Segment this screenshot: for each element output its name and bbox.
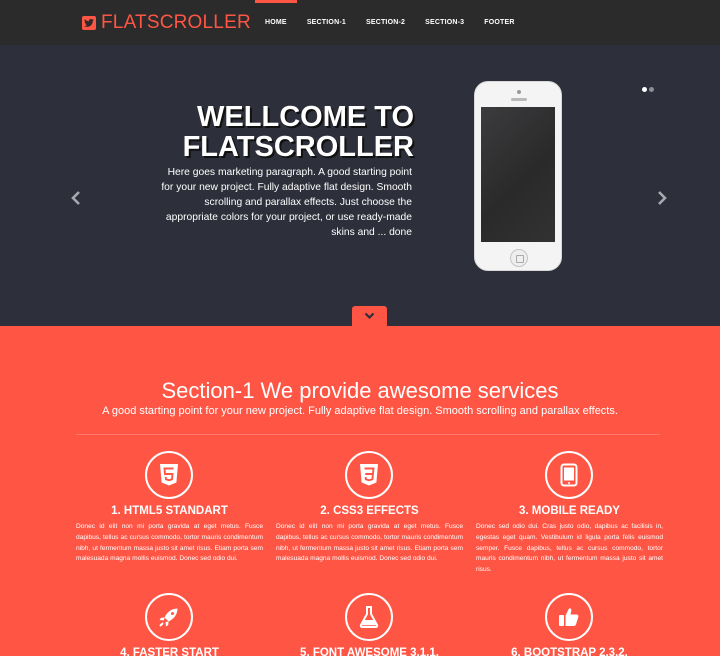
slider-dot-2[interactable] [649,87,654,92]
nav-item-section-1[interactable]: SECTION-1 [297,0,356,45]
phone-speaker [511,98,527,101]
feature-title: 5. FONT AWESOME 3.1.1. [300,647,439,656]
scroll-down-button[interactable] [352,306,387,326]
brand-logo[interactable]: FLATSCROLLER [82,11,251,35]
slider-dots [642,87,654,92]
hero-title-line2: FLATSCROLLER [182,131,414,163]
slider-prev-arrow-icon[interactable] [70,191,82,210]
main-nav: HOME SECTION-1 SECTION-2 SECTION-3 FOOTE… [255,0,525,45]
nav-item-home[interactable]: HOME [255,0,297,45]
brand-name: FLATSCROLLER [101,12,251,33]
phone-screen [481,107,555,242]
hero-paragraph: Here goes marketing paragraph. A good st… [161,167,412,238]
phone-home-button [510,249,528,267]
slider-next-arrow-icon[interactable] [656,191,668,210]
feature-title: 4. FASTER START [120,647,219,656]
section1-title: Section-1 We provide awesome services [161,378,559,403]
nav-item-section-2[interactable]: SECTION-2 [356,0,415,45]
feature-title: 6. BOOTSTRAP 2.3.2. [511,647,628,656]
nav-item-section-3[interactable]: SECTION-3 [415,0,474,45]
chevron-down-icon [364,312,375,320]
hero-slider: WELLCOME TO FLATSCROLLER Here goes marke… [0,45,720,326]
section-divider [76,434,660,435]
html5-icon [145,451,193,499]
css3-icon [345,451,393,499]
nav-item-footer[interactable]: FOOTER [474,0,524,45]
phone-camera [517,90,521,94]
phone-image [474,81,562,271]
tablet-icon [545,451,593,499]
hero-title-line1: WELLCOME TO [197,101,414,133]
feature-text: Donec sed odio dui. Cras justo odio, dap… [476,523,663,574]
feature-title: 3. MOBILE READY [519,505,620,517]
hero-title: WELLCOME TO FLATSCROLLER [150,102,414,162]
flask-icon [345,593,393,641]
feature-text: Donec id elit non mi porta gravida at eg… [276,523,463,563]
rocket-icon [145,593,193,641]
feature-text: Donec id elit non mi porta gravida at eg… [76,523,263,563]
slider-dot-1[interactable] [642,87,647,92]
thumbs-up-icon [545,593,593,641]
section1-subtitle: A good starting point for your new proje… [102,405,618,417]
feature-title: 1. HTML5 STANDART [111,505,228,517]
feature-title: 2. CSS3 EFFECTS [320,505,419,517]
twitter-bird-icon [82,16,96,30]
navbar: FLATSCROLLER HOME SECTION-1 SECTION-2 SE… [0,0,720,45]
